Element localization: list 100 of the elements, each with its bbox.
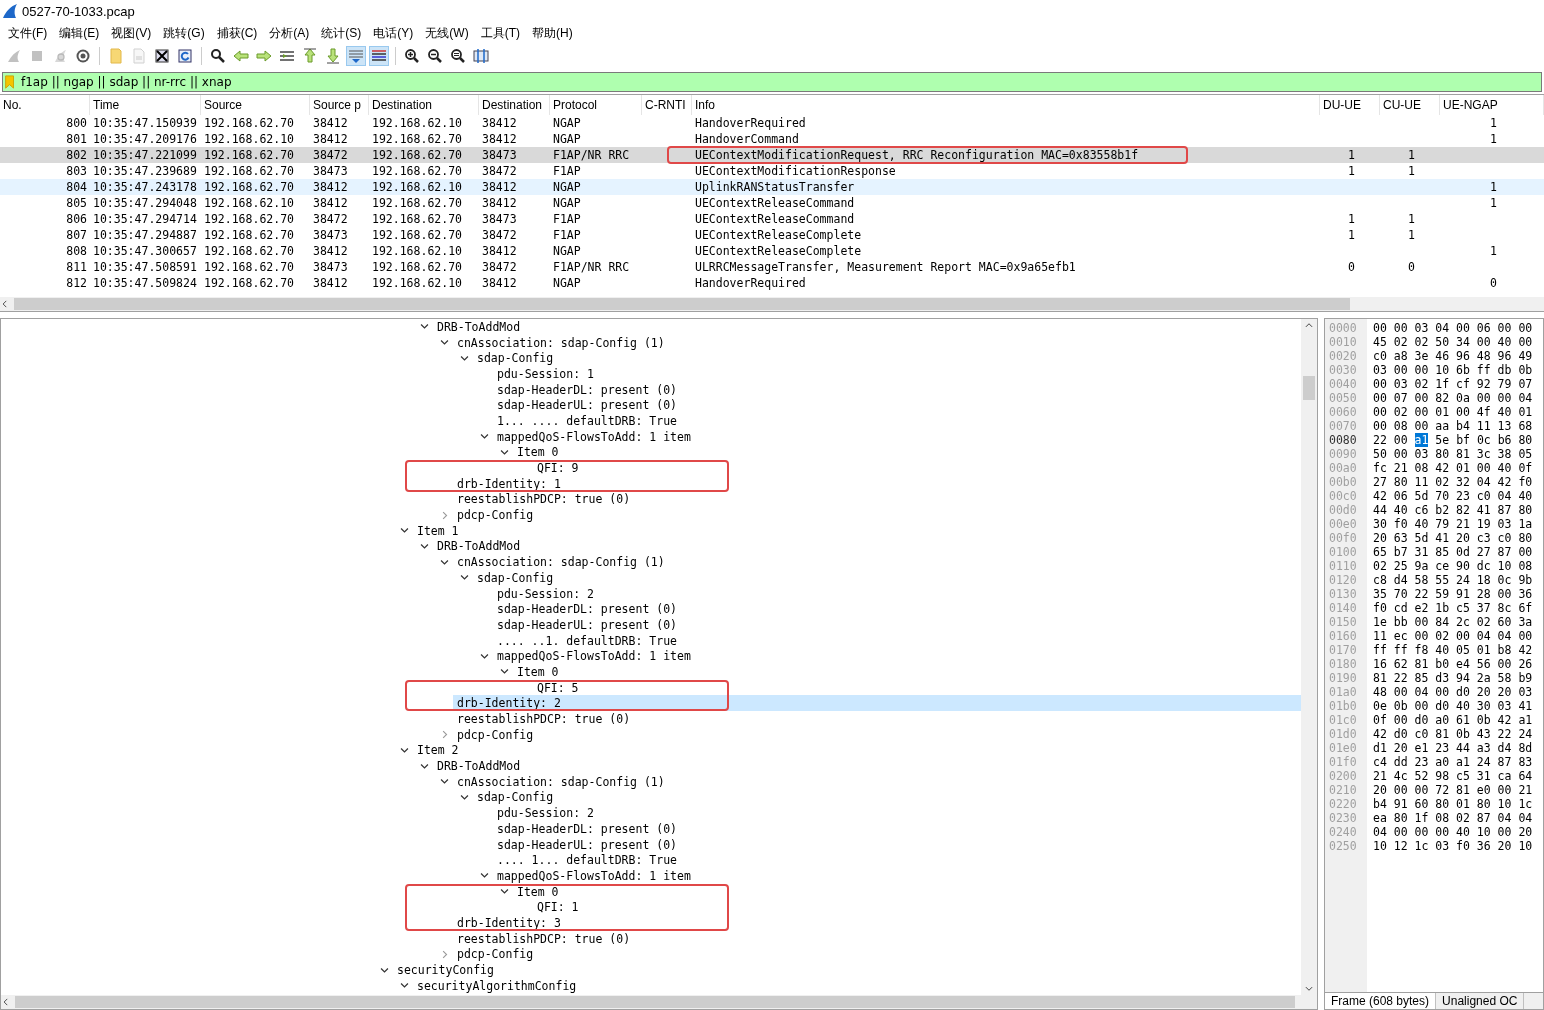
tree-item[interactable]: pdcp-Config xyxy=(453,946,538,963)
tree-item[interactable]: sdap-HeaderUL: present (0) xyxy=(493,616,681,633)
tree-item[interactable]: cnAssociation: sdap-Config (1) xyxy=(453,773,669,790)
menu-item[interactable]: 分析(A) xyxy=(265,24,318,42)
tree-item[interactable]: sdap-HeaderUL: present (0) xyxy=(493,836,681,853)
tree-item[interactable]: reestablishPDCP: true (0) xyxy=(453,491,635,508)
tree-item[interactable]: sdap-HeaderDL: present (0) xyxy=(493,820,681,837)
column-header[interactable]: DU-UE xyxy=(1320,95,1380,115)
packet-row[interactable]: 806 10:35:47.294714 192.168.62.70 38472 192.168.62.70 38473 F1AP UEContextReleaseCommand 1 1 xyxy=(0,211,1544,227)
hex-bytes: 44 40 c6 b2 82 41 87 80 xyxy=(1373,503,1533,517)
tree-item[interactable]: Item 0 xyxy=(513,883,563,900)
tab[interactable]: Frame (608 bytes) xyxy=(1325,993,1437,1009)
column-header[interactable]: C-RNTI xyxy=(642,95,692,115)
menu-item[interactable]: 跳转(G) xyxy=(159,24,213,42)
table-cell: HandoverRequired xyxy=(695,276,806,290)
table-cell: 192.168.62.70 xyxy=(204,260,294,274)
selected-byte[interactable]: a1 xyxy=(1414,433,1429,447)
tree-item[interactable]: reestablishPDCP: true (0) xyxy=(453,930,635,947)
tree-item[interactable]: pdcp-Config xyxy=(453,507,538,524)
app-logo-icon xyxy=(2,3,18,19)
tree-item[interactable]: QFI: 9 xyxy=(533,460,583,477)
menu-item[interactable]: 统计(S) xyxy=(317,24,370,42)
hex-bytes: 5e bf 0c b6 80 xyxy=(1435,433,1533,447)
scrollbar-thumb[interactable] xyxy=(1303,376,1315,400)
hex-offset: 01b0 xyxy=(1328,699,1358,713)
packet-row[interactable]: 800 10:35:47.150939 192.168.62.70 38412 192.168.62.10 38412 NGAP HandoverRequired 1 xyxy=(0,115,1544,131)
tree-item[interactable]: Item 0 xyxy=(513,663,563,680)
scrollbar-thumb[interactable] xyxy=(15,996,1295,1008)
tree-item[interactable]: sdap-HeaderUL: present (0) xyxy=(493,397,681,414)
down-arrow-icon xyxy=(325,48,341,64)
tree-item[interactable]: drb-Identity: 2 xyxy=(453,695,1301,712)
column-header[interactable]: CU-UE xyxy=(1380,95,1440,115)
tree-item[interactable]: sdap-Config xyxy=(473,350,558,367)
column-header[interactable]: No. xyxy=(0,95,90,115)
hex-offset: 0060 xyxy=(1328,405,1358,419)
packet-row[interactable]: 805 10:35:47.294048 192.168.62.10 38412 192.168.62.70 38412 NGAP UEContextReleaseCommand 1 xyxy=(0,195,1544,211)
hex-offset: 01a0 xyxy=(1328,685,1358,699)
column-header[interactable]: Destination xyxy=(479,95,550,115)
column-header[interactable]: UE-NGAP xyxy=(1440,95,1544,115)
tree-item[interactable]: pdcp-Config xyxy=(453,726,538,743)
tree-item[interactable]: Item 2 xyxy=(413,742,463,759)
menu-item[interactable]: 视图(V) xyxy=(107,24,160,42)
tree-item[interactable]: pdu-Session: 1 xyxy=(493,365,598,382)
tree-item[interactable]: DRB-ToAddMod xyxy=(433,319,525,335)
tree-item[interactable]: sdap-HeaderDL: present (0) xyxy=(493,601,681,618)
packet-row[interactable]: 811 10:35:47.508591 192.168.62.70 38473 192.168.62.70 38472 F1AP/NR RRC ULRRCMessageTransfer, Measurement Report MAC=0x9a65efb1 0 0 xyxy=(0,259,1544,275)
tree-item[interactable]: mappedQoS-FlowsToAdd: 1 item xyxy=(493,648,695,665)
column-header[interactable]: Protocol xyxy=(550,95,642,115)
tree-item[interactable]: 1... .... defaultDRB: True xyxy=(493,412,681,429)
vertical-scrollbar[interactable] xyxy=(1301,319,1317,995)
tree-item[interactable]: securityConfig xyxy=(393,962,498,979)
hex-offset: 01d0 xyxy=(1328,727,1358,741)
tree-item[interactable]: drb-Identity: 1 xyxy=(453,475,565,492)
tree-item[interactable]: sdap-Config xyxy=(473,789,558,806)
table-cell: 10:35:47.221099 xyxy=(93,148,197,162)
tree-item[interactable]: .... 1... defaultDRB: True xyxy=(493,852,681,869)
packet-row[interactable]: 803 10:35:47.239689 192.168.62.70 38473 192.168.62.70 38472 F1AP UEContextModificationResponse 1 1 xyxy=(0,163,1544,179)
menu-item[interactable]: 工具(T) xyxy=(476,24,528,42)
column-header[interactable]: Source xyxy=(201,95,310,115)
tree-item[interactable]: pdu-Session: 2 xyxy=(493,805,598,822)
menu-item[interactable]: 帮助(H) xyxy=(528,24,581,42)
tree-item[interactable]: cnAssociation: sdap-Config (1) xyxy=(453,334,669,351)
display-filter-field[interactable]: f1ap || ngap || sdap || nr-rrc || xnap xyxy=(2,72,1542,92)
tree-item[interactable]: securityAlgorithmConfig xyxy=(413,977,581,994)
horizontal-scrollbar[interactable] xyxy=(1,995,1317,1009)
tree-item[interactable]: sdap-HeaderDL: present (0) xyxy=(493,381,681,398)
column-header[interactable]: Destination xyxy=(369,95,479,115)
tree-item[interactable]: .... ..1. defaultDRB: True xyxy=(493,632,681,649)
menu-item[interactable]: 文件(F) xyxy=(4,24,56,42)
tree-item[interactable]: pdu-Session: 2 xyxy=(493,585,598,602)
tab[interactable]: Unaligned OC xyxy=(1436,993,1525,1009)
packet-row[interactable]: 807 10:35:47.294887 192.168.62.70 38473 192.168.62.70 38472 F1AP UEContextReleaseComplete 1 1 xyxy=(0,227,1544,243)
tree-item[interactable]: mappedQoS-FlowsToAdd: 1 item xyxy=(493,867,695,884)
column-header[interactable]: Source p xyxy=(310,95,369,115)
horizontal-scrollbar[interactable] xyxy=(0,297,1544,311)
packet-row[interactable]: 804 10:35:47.243178 192.168.62.70 38412 192.168.62.10 38412 NGAP UplinkRANStatusTransfer 1 xyxy=(0,179,1544,195)
packet-row[interactable]: 801 10:35:47.209176 192.168.62.10 38412 192.168.62.70 38412 NGAP HandoverCommand 1 xyxy=(0,131,1544,147)
tree-item[interactable]: drb-Identity: 3 xyxy=(453,914,565,931)
tree-item[interactable]: Item 1 xyxy=(413,522,463,539)
menu-item[interactable]: 电话(Y) xyxy=(369,24,422,42)
tree-item[interactable]: DRB-ToAddMod xyxy=(433,758,525,775)
menu-item[interactable]: 无线(W) xyxy=(421,24,477,42)
tree-item[interactable]: sdap-Config xyxy=(473,569,558,586)
menu-item[interactable]: 捕获(C) xyxy=(212,24,266,42)
tree-item[interactable]: mappedQoS-FlowsToAdd: 1 item xyxy=(493,428,695,445)
column-header[interactable]: Time xyxy=(90,95,201,115)
tree-item[interactable]: QFI: 1 xyxy=(533,899,583,916)
packet-row[interactable]: 812 10:35:47.509824 192.168.62.70 38412 192.168.62.10 38412 NGAP HandoverRequired 0 xyxy=(0,275,1544,291)
scrollbar-thumb[interactable] xyxy=(14,298,1350,310)
toolbar-button[interactable] xyxy=(152,46,172,66)
packet-row[interactable]: 808 10:35:47.300657 192.168.62.70 38412 192.168.62.10 38412 NGAP UEContextReleaseComplete 1 xyxy=(0,243,1544,259)
column-header[interactable]: Info xyxy=(692,95,1320,115)
packet-row[interactable]: 802 10:35:47.221099 192.168.62.70 38472 192.168.62.70 38473 F1AP/NR RRC UEContextModificationRequest, RRC Reconfiguration MAC=0x83558b1f 1 1 xyxy=(0,147,1544,163)
tree-item[interactable]: QFI: 5 xyxy=(533,679,583,696)
tree-item[interactable]: Item 0 xyxy=(513,444,563,461)
tree-item[interactable]: DRB-ToAddMod xyxy=(433,538,525,555)
table-cell: UplinkRANStatusTransfer xyxy=(695,180,855,194)
tree-item[interactable]: reestablishPDCP: true (0) xyxy=(453,711,635,728)
menu-item[interactable]: 编辑(E) xyxy=(55,24,108,42)
tree-item[interactable]: cnAssociation: sdap-Config (1) xyxy=(453,554,669,571)
